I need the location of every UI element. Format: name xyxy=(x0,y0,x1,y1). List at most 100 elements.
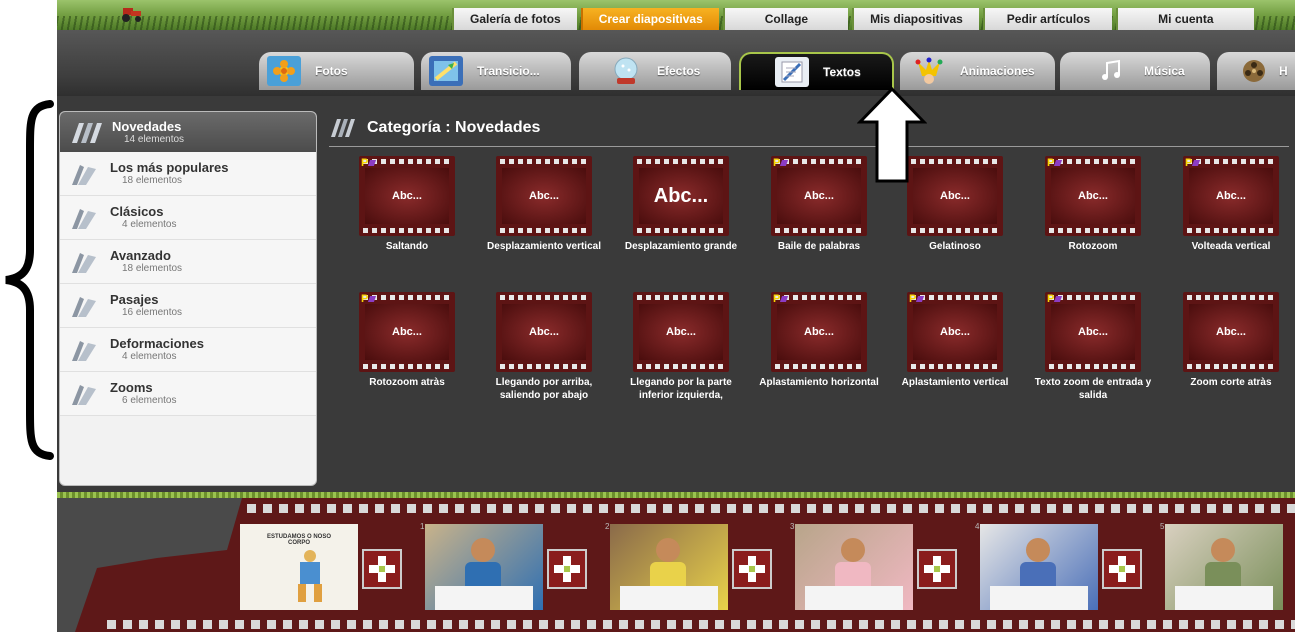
effect-label: Aplastamiento horizontal xyxy=(759,377,879,388)
menu-collage[interactable]: Collage xyxy=(722,8,849,30)
sidebar-item-title: Deformaciones xyxy=(110,336,204,351)
effect-preview-text: Abc... xyxy=(529,190,559,202)
effect-preview: P Abc... xyxy=(359,292,455,372)
effect-thumbnail[interactable]: Abc... Llegando por arriba, saliendo por … xyxy=(477,292,611,402)
tab-label: Animaciones xyxy=(960,64,1035,78)
effect-preview: Abc... xyxy=(496,156,592,236)
sidebar-item-los-más-populares[interactable]: Los más populares 18 elementos xyxy=(60,152,316,196)
sidebar-item-count: 14 elementos xyxy=(124,133,185,145)
slide-number: 3 xyxy=(790,522,795,531)
menu-pedir-articulos[interactable]: Pedir artículos xyxy=(982,8,1113,30)
effect-thumbnail[interactable]: P Abc... Rotozoom xyxy=(1026,156,1160,253)
category-sidebar: Novedades 14 elementos Los más populares… xyxy=(59,111,317,486)
plus-icon xyxy=(924,556,950,582)
effect-thumbnail[interactable]: P Abc... Texto zoom de entrada y salida xyxy=(1026,292,1160,402)
sidebar-item-count: 6 elementos xyxy=(122,395,177,406)
tab-label: Transicio... xyxy=(477,64,540,78)
tractor-icon xyxy=(122,8,141,22)
effect-thumbnail[interactable]: P Abc... Aplastamiento horizontal xyxy=(752,292,886,389)
effect-preview-text: Abc... xyxy=(1216,190,1246,202)
tab-textos[interactable]: Textos xyxy=(739,52,894,90)
effect-preview-text: Abc... xyxy=(940,326,970,338)
folder-icon xyxy=(72,252,96,273)
slide-thumbnail[interactable] xyxy=(1165,524,1283,610)
effect-thumbnail[interactable]: Abc... Desplazamiento vertical xyxy=(477,156,611,253)
sidebar-item-count: 18 elementos xyxy=(122,263,183,274)
sidebar-item-title: Avanzado xyxy=(110,248,171,263)
effect-thumbnail[interactable]: Abc... Desplazamiento grande xyxy=(614,156,748,253)
add-transition-button[interactable] xyxy=(1102,549,1142,589)
child-photo-icon xyxy=(620,538,718,610)
effect-thumbnail[interactable]: Abc... Zoom corte atràs xyxy=(1164,292,1295,389)
effect-thumbnail[interactable]: P Abc... Saltando xyxy=(340,156,474,253)
sidebar-item-count: 4 elementos xyxy=(122,219,177,230)
effect-preview-text: Abc... xyxy=(392,190,422,202)
top-banner: Galería de fotos Crear diapositivas Coll… xyxy=(57,0,1295,30)
top-menu: Galería de fotos Crear diapositivas Coll… xyxy=(452,8,1258,30)
tab-transiciones[interactable]: Transicio... xyxy=(421,52,571,90)
slide-thumbnail[interactable] xyxy=(980,524,1098,610)
effect-preview: P Abc... xyxy=(1045,156,1141,236)
transition-icon xyxy=(429,56,463,86)
effect-label: Desplazamiento vertical xyxy=(487,241,601,252)
tab-fotos[interactable]: Fotos xyxy=(259,52,414,90)
child-photo-icon xyxy=(435,538,533,610)
child-photo-icon xyxy=(1175,538,1273,610)
effect-preview-text: Abc... xyxy=(1078,326,1108,338)
effect-thumbnail[interactable]: Abc... Llegando por la parte inferior izq… xyxy=(614,292,748,402)
slide-thumbnail[interactable] xyxy=(795,524,913,610)
folder-icon xyxy=(72,208,96,229)
effect-preview: P Abc... xyxy=(771,156,867,236)
effect-thumbnail[interactable]: P Abc... Aplastamiento vertical xyxy=(888,292,1022,389)
sidebar-item-title: Pasajes xyxy=(110,292,159,307)
brace-annotation xyxy=(5,100,54,460)
effect-thumbnail[interactable]: P Abc... Rotozoom atràs xyxy=(340,292,474,389)
effect-preview: P Abc... xyxy=(771,292,867,372)
plus-icon xyxy=(739,556,765,582)
tab-label: Efectos xyxy=(657,64,701,78)
folder-icon xyxy=(72,164,96,185)
effect-thumbnail[interactable]: P Abc... Volteada vertical xyxy=(1164,156,1295,253)
add-transition-button[interactable] xyxy=(732,549,772,589)
effect-label: Desplazamiento grande xyxy=(624,241,738,252)
effect-preview: Abc... xyxy=(633,292,729,372)
slide-number: 2 xyxy=(605,522,610,531)
effect-preview-text: Abc... xyxy=(1216,326,1246,338)
menu-crear-diapositivas[interactable]: Crear diapositivas xyxy=(580,8,719,30)
category-header: Categoría : Novedades xyxy=(329,113,540,143)
add-transition-button[interactable] xyxy=(362,549,402,589)
jester-icon xyxy=(912,56,946,86)
slide-number: 4 xyxy=(975,522,980,531)
effect-label: Volteada vertical xyxy=(1191,241,1271,252)
effect-preview-text: Abc... xyxy=(529,326,559,338)
child-photo-icon xyxy=(805,538,903,610)
slide-thumbnail[interactable] xyxy=(610,524,728,610)
menu-mi-cuenta[interactable]: Mi cuenta xyxy=(1116,8,1254,30)
slide-thumbnail[interactable]: ESTUDAMOS O NOSO CORPO xyxy=(240,524,358,610)
effect-preview-text: Abc... xyxy=(1078,190,1108,202)
menu-mis-diapositivas[interactable]: Mis diapositivas xyxy=(852,8,979,30)
effect-preview: P Abc... xyxy=(359,156,455,236)
tab-musica[interactable]: Música xyxy=(1060,52,1210,90)
sidebar-item-zooms[interactable]: Zooms 6 elementos xyxy=(60,372,316,416)
add-transition-button[interactable] xyxy=(547,549,587,589)
sidebar-item-title: Los más populares xyxy=(110,160,229,175)
plus-icon xyxy=(1109,556,1135,582)
effect-label: Texto zoom de entrada y salida xyxy=(1034,377,1152,401)
sidebar-item-avanzado[interactable]: Avanzado 18 elementos xyxy=(60,240,316,284)
add-transition-button[interactable] xyxy=(917,549,957,589)
sidebar-item-title: Novedades xyxy=(112,118,182,134)
tab-animaciones[interactable]: Animaciones xyxy=(900,52,1055,90)
sidebar-item-deformaciones[interactable]: Deformaciones 4 elementos xyxy=(60,328,316,372)
effect-label: Llegando por arriba, saliendo por abajo xyxy=(495,377,593,401)
sidebar-item-pasajes[interactable]: Pasajes 16 elementos xyxy=(60,284,316,328)
sidebar-item-novedades[interactable]: Novedades 14 elementos xyxy=(60,112,316,152)
sidebar-item-clásicos[interactable]: Clásicos 4 elementos xyxy=(60,196,316,240)
tab-bar: Fotos Transicio... Efectos Textos Animac… xyxy=(57,30,1295,96)
tab-h[interactable]: H xyxy=(1217,52,1295,90)
folder-icon xyxy=(72,296,96,317)
menu-galeria-fotos[interactable]: Galería de fotos xyxy=(452,8,577,30)
tab-efectos[interactable]: Efectos xyxy=(579,52,731,90)
slide-thumbnail[interactable] xyxy=(425,524,543,610)
effect-label: Saltando xyxy=(385,241,429,252)
